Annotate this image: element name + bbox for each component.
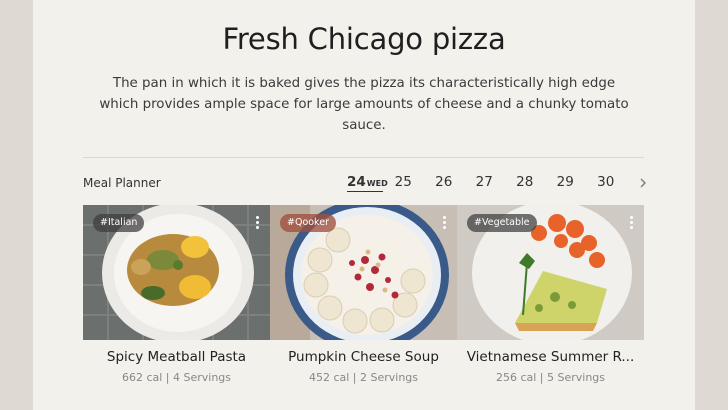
- page-subtitle: The pan in which it is baked gives the p…: [99, 76, 629, 133]
- date-29[interactable]: 29: [545, 174, 586, 190]
- tag-vegetable[interactable]: #Vegetable: [467, 214, 537, 232]
- chevron-right-icon[interactable]: [638, 176, 648, 190]
- date-24-number: 24: [347, 174, 366, 190]
- more-vertical-icon[interactable]: [443, 216, 447, 230]
- recipe-meta: 452 cal | 2 Servings: [308, 371, 419, 384]
- date-26[interactable]: 26: [424, 174, 465, 190]
- tag-italian[interactable]: #Italian: [93, 214, 145, 232]
- recipe-caption[interactable]: Vietnamese Summer R... 256 cal | 5 Servi…: [457, 349, 644, 384]
- more-vertical-icon[interactable]: [256, 216, 260, 230]
- date-30[interactable]: 30: [586, 174, 627, 190]
- recipe-captions: Spicy Meatball Pasta 662 cal | 4 Serving…: [83, 349, 644, 384]
- recipe-card-image[interactable]: #Italian: [83, 205, 270, 340]
- date-25[interactable]: 25: [383, 174, 424, 190]
- meal-planner-label: Meal Planner: [83, 176, 161, 190]
- recipe-meta: 662 cal | 4 Servings: [121, 371, 232, 384]
- recipe-caption[interactable]: Pumpkin Cheese Soup 452 cal | 2 Servings: [270, 349, 457, 384]
- recipe-title: Pumpkin Cheese Soup: [288, 349, 439, 365]
- page-title: Fresh Chicago pizza: [222, 22, 506, 56]
- date-28[interactable]: 28: [505, 174, 546, 190]
- recipe-title: Vietnamese Summer R...: [466, 349, 635, 365]
- recipe-cards: #Italian #Qooker #Vegetable: [83, 205, 644, 340]
- recipe-caption[interactable]: Spicy Meatball Pasta 662 cal | 4 Serving…: [83, 349, 270, 384]
- more-vertical-icon[interactable]: [630, 216, 634, 230]
- recipe-title: Spicy Meatball Pasta: [106, 349, 247, 365]
- recipe-card-image[interactable]: #Vegetable: [457, 205, 644, 340]
- recipe-card-image[interactable]: #Qooker: [270, 205, 457, 340]
- date-strip: 24WED 25 26 27 28 29 30: [347, 174, 626, 196]
- recipe-meta: 256 cal | 5 Servings: [495, 371, 606, 384]
- date-27[interactable]: 27: [464, 174, 505, 190]
- divider: [83, 157, 644, 158]
- date-24[interactable]: 24WED: [347, 174, 388, 192]
- tag-qooker[interactable]: #Qooker: [280, 214, 336, 232]
